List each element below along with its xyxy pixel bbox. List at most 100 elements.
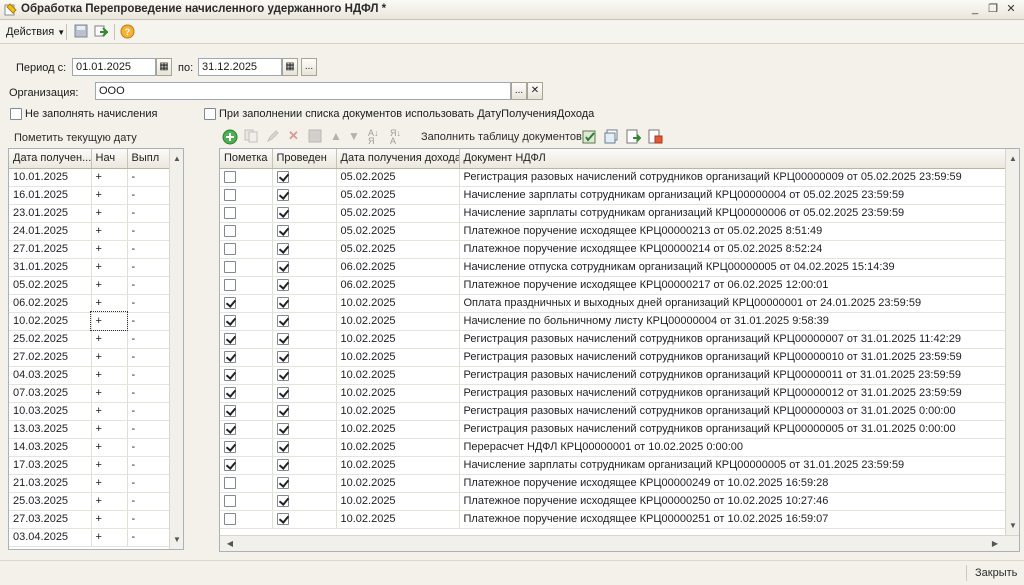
payment-cell[interactable]: - (127, 420, 170, 439)
payment-cell[interactable]: - (127, 258, 170, 277)
document-cell[interactable]: Регистрация разовых начислений сотрудник… (459, 402, 1006, 421)
payment-cell[interactable]: - (127, 240, 170, 259)
mark-checkbox[interactable] (224, 441, 236, 454)
payment-cell[interactable]: - (127, 384, 170, 403)
period-from-field[interactable]: 01.01.2025 (72, 58, 156, 76)
table-row[interactable]: 07.03.2025 + - (9, 384, 170, 403)
delete-icon[interactable]: ✕ (288, 129, 299, 143)
date-cell[interactable]: 16.01.2025 (9, 186, 92, 205)
payment-cell[interactable]: - (127, 204, 170, 223)
minimize-button[interactable]: _ (968, 3, 982, 16)
payment-cell[interactable]: - (127, 366, 170, 385)
mark-cell[interactable] (220, 438, 273, 457)
document-cell[interactable]: Платежное поручение исходящее КРЦ0000025… (459, 492, 1006, 511)
table-row[interactable]: 16.01.2025 + - (9, 186, 170, 205)
posted-checkbox[interactable] (276, 279, 289, 292)
mark-cell[interactable] (220, 222, 273, 241)
mark-cell[interactable] (220, 456, 273, 475)
posted-cell[interactable] (272, 186, 337, 205)
table-row[interactable]: 03.04.2025 + - (9, 528, 170, 547)
mark-checkbox[interactable] (224, 171, 236, 184)
save-icon[interactable] (74, 24, 88, 40)
income-date-cell[interactable]: 10.02.2025 (336, 420, 460, 439)
posted-checkbox[interactable] (276, 189, 289, 202)
payment-cell[interactable]: - (127, 222, 170, 241)
payment-cell[interactable]: - (127, 186, 170, 205)
check-all-icon[interactable] (582, 129, 597, 147)
document-cell[interactable]: Начисление зарплаты сотрудникам организа… (459, 456, 1006, 475)
scroll-up-icon[interactable]: ▲ (170, 152, 183, 166)
add-icon[interactable] (222, 129, 238, 148)
mark-cell[interactable] (220, 366, 273, 385)
mark-cell[interactable] (220, 402, 273, 421)
calendar-icon[interactable]: ▦ (282, 58, 298, 76)
mark-checkbox[interactable] (224, 279, 236, 292)
accrual-cell[interactable]: + (91, 510, 128, 529)
mark-cell[interactable] (220, 240, 273, 259)
mark-checkbox[interactable] (224, 477, 236, 490)
income-date-cell[interactable]: 05.02.2025 (336, 240, 460, 259)
table-row[interactable]: 05.02.2025 Платежное поручение исходящее … (220, 240, 1006, 259)
scroll-up-icon[interactable]: ▲ (1006, 152, 1019, 166)
mark-cell[interactable] (220, 348, 273, 367)
income-date-cell[interactable]: 10.02.2025 (336, 366, 460, 385)
accrual-cell[interactable]: + (91, 186, 128, 205)
posted-cell[interactable] (272, 348, 337, 367)
uncheck-all-icon[interactable] (604, 129, 619, 147)
posted-checkbox[interactable] (276, 297, 289, 310)
posted-cell[interactable] (272, 240, 337, 259)
income-date-cell[interactable]: 10.02.2025 (336, 294, 460, 313)
end-edit-icon[interactable] (308, 129, 322, 146)
table-row[interactable]: 10.02.2025 Регистрация разовых начислений… (220, 384, 1006, 403)
table-row[interactable]: 27.03.2025 + - (9, 510, 170, 529)
table-row[interactable]: 10.02.2025 Регистрация разовых начислений… (220, 420, 1006, 439)
table-row[interactable]: 06.02.2025 + - (9, 294, 170, 313)
mark-checkbox[interactable] (224, 369, 236, 382)
accrual-cell[interactable]: + (91, 330, 128, 349)
posted-checkbox[interactable] (276, 243, 289, 256)
posted-checkbox[interactable] (276, 351, 289, 364)
payment-cell[interactable]: - (127, 402, 170, 421)
posted-checkbox[interactable] (276, 207, 289, 220)
document-cell[interactable]: Перерасчет НДФЛ КРЦ00000001 от 10.02.202… (459, 438, 1006, 457)
payment-cell[interactable]: - (127, 438, 170, 457)
posted-cell[interactable] (272, 366, 337, 385)
posted-cell[interactable] (272, 492, 337, 511)
posted-cell[interactable] (272, 258, 337, 277)
column-header-accrual[interactable]: Нач (91, 149, 128, 169)
mark-cell[interactable] (220, 420, 273, 439)
organization-select-button[interactable]: ... (511, 82, 527, 100)
posted-cell[interactable] (272, 204, 337, 223)
organization-clear-button[interactable]: ✕ (527, 82, 543, 100)
date-cell[interactable]: 25.02.2025 (9, 330, 92, 349)
table-row[interactable]: 21.03.2025 + - (9, 474, 170, 493)
mark-cell[interactable] (220, 276, 273, 295)
table-row[interactable]: 10.02.2025 Начисление зарплаты сотрудника… (220, 456, 1006, 475)
table-row[interactable]: 27.02.2025 + - (9, 348, 170, 367)
accrual-cell[interactable]: + (91, 222, 128, 241)
table-row[interactable]: 10.02.2025 Регистрация разовых начислений… (220, 402, 1006, 421)
table-row[interactable]: 10.01.2025 + - (9, 168, 170, 187)
posted-cell[interactable] (272, 312, 337, 331)
date-cell[interactable]: 21.03.2025 (9, 474, 92, 493)
mark-cell[interactable] (220, 510, 273, 529)
document-cell[interactable]: Регистрация разовых начислений сотрудник… (459, 384, 1006, 403)
posted-cell[interactable] (272, 222, 337, 241)
date-cell[interactable]: 13.03.2025 (9, 420, 92, 439)
date-cell[interactable]: 10.02.2025 (9, 312, 92, 331)
income-date-cell[interactable]: 10.02.2025 (336, 384, 460, 403)
mark-cell[interactable] (220, 384, 273, 403)
accrual-cell[interactable]: + (91, 438, 128, 457)
table-row[interactable]: 10.02.2025 Регистрация разовых начислений… (220, 366, 1006, 385)
accrual-cell[interactable]: + (91, 348, 128, 367)
column-header-mark[interactable]: Пометка (220, 149, 273, 169)
period-more-button[interactable]: ... (301, 58, 317, 76)
table-row[interactable]: 10.02.2025 + - (9, 311, 170, 331)
actions-menu[interactable]: Действия ▼ (6, 24, 65, 40)
posted-checkbox[interactable] (276, 423, 289, 436)
column-header-payment[interactable]: Выпл (127, 149, 170, 169)
table-row[interactable]: 05.02.2025 Платежное поручение исходящее … (220, 222, 1006, 241)
sort-desc-icon[interactable]: Я↓ A (390, 129, 401, 146)
mark-cell[interactable] (220, 204, 273, 223)
mark-checkbox[interactable] (224, 423, 236, 436)
